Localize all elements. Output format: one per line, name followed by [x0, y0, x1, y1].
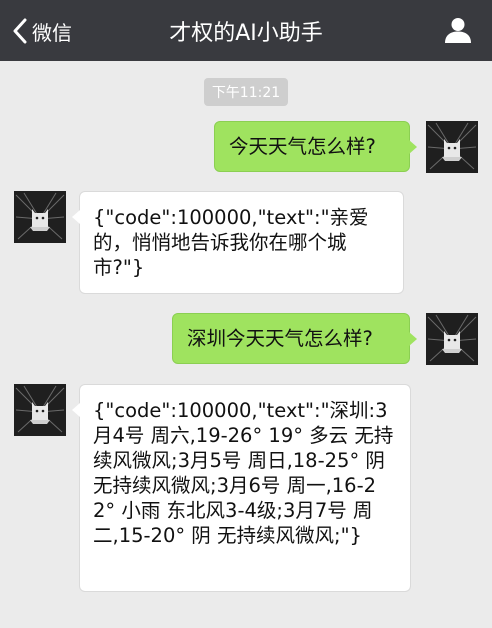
bot-avatar[interactable]: [14, 384, 66, 436]
cat-avatar-icon: [426, 121, 478, 173]
back-button[interactable]: 微信: [12, 15, 72, 47]
timestamp-label: 下午11:21: [203, 78, 289, 106]
message-text: {"code":100000,"text":"亲爱的，悄悄地告诉我你在哪个城市?…: [93, 206, 369, 279]
chat-title: 才权的AI小助手: [169, 20, 323, 46]
my-avatar[interactable]: [426, 121, 478, 173]
message-text: {"code":100000,"text":"深圳:3月4号 周六,19-26°…: [93, 399, 394, 547]
sent-message-bubble[interactable]: 深圳今天天气怎么样?: [172, 313, 417, 364]
person-icon: [445, 18, 471, 43]
bot-avatar[interactable]: [14, 191, 66, 243]
sent-message-bubble[interactable]: 今天天气怎么样?: [214, 121, 417, 172]
chat-info-button[interactable]: [444, 16, 472, 44]
cat-avatar-icon: [14, 384, 66, 436]
message-timestamp: 下午11:21: [0, 78, 492, 106]
navigation-bar: 微信 才权的AI小助手: [0, 0, 492, 61]
cat-avatar-icon: [14, 191, 66, 243]
message-text: 今天天气怎么样?: [229, 135, 376, 158]
cat-avatar-icon: [426, 313, 478, 365]
message-text: 深圳今天天气怎么样?: [187, 327, 373, 350]
back-label: 微信: [32, 20, 72, 45]
received-message-bubble[interactable]: {"code":100000,"text":"亲爱的，悄悄地告诉我你在哪个城市?…: [72, 191, 404, 294]
received-message-bubble[interactable]: {"code":100000,"text":"深圳:3月4号 周六,19-26°…: [72, 384, 411, 592]
chevron-left-icon: [13, 18, 27, 44]
my-avatar[interactable]: [426, 313, 478, 365]
